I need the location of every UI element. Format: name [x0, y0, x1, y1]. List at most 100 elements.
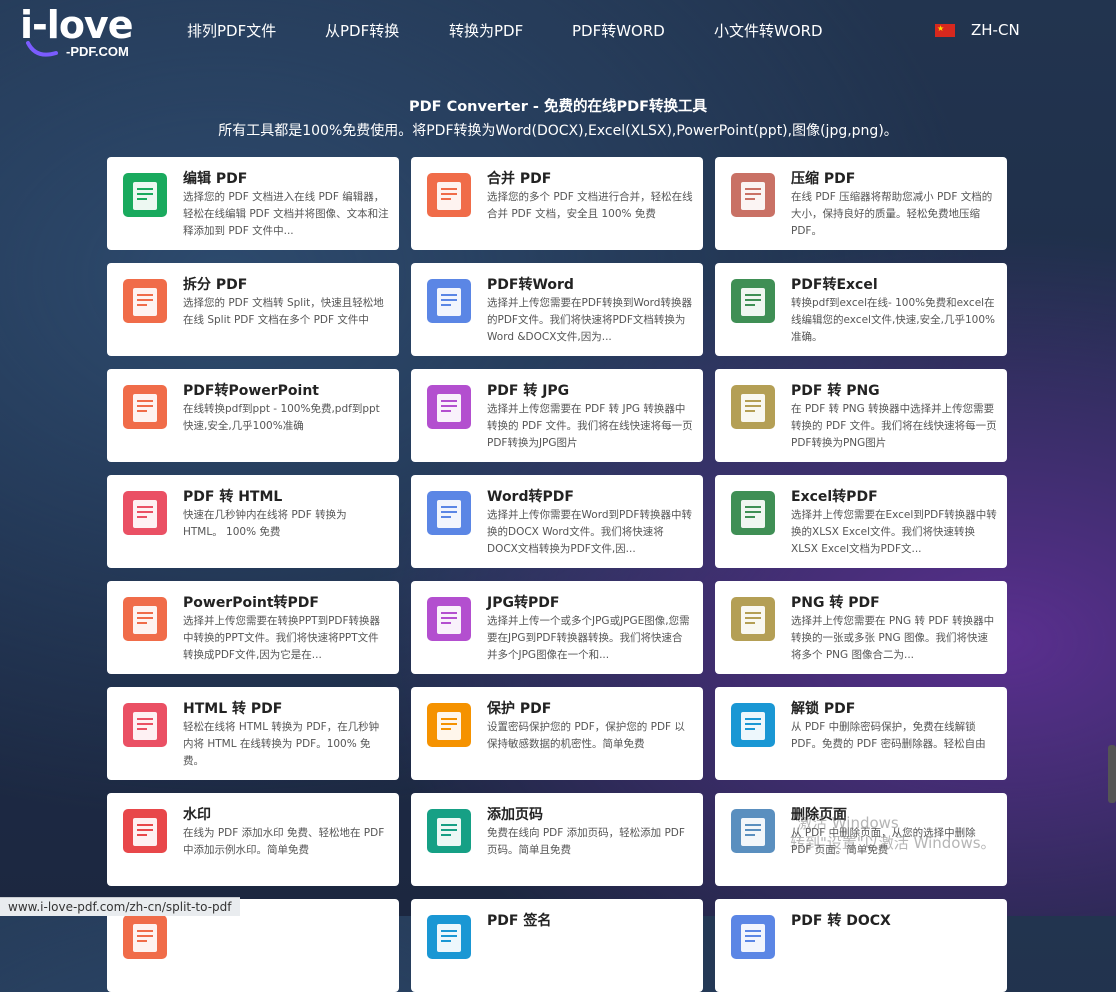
pdf-to-docx-icon	[731, 915, 775, 959]
tool-card-description: 轻松在线将 HTML 转换为 PDF，在几秒钟内将 HTML 在线转换为 PDF…	[183, 721, 380, 767]
tool-card-title: PDF 转 JPG	[487, 383, 570, 399]
pdf-to-powerpoint-icon	[123, 385, 167, 429]
excel-to-pdf-icon	[731, 491, 775, 535]
partial-tool-icon	[123, 915, 167, 959]
china-flag-icon: ★	[935, 24, 955, 37]
tool-card-title: 保护 PDF	[487, 701, 552, 717]
tool-card[interactable]: PDF转PowerPoint 在线转换pdf到ppt - 100%免费,pdf到p…	[107, 369, 399, 462]
site-logo[interactable]: i-love -PDF.COM	[20, 3, 148, 61]
tool-card[interactable]: PDF转Excel 转换pdf到excel在线- 100%免费和excel在线编辑…	[715, 263, 1007, 356]
tool-card[interactable]: 水印在线为 PDF 添加水印 免费、轻松地在 PDF 中添加示例水印。简单免费	[107, 793, 399, 886]
compress-pdf-icon	[731, 173, 775, 217]
powerpoint-to-pdf-icon	[123, 597, 167, 641]
tool-card-description: 选择您的 PDF 文档进入在线 PDF 编辑器，轻松在线编辑 PDF 文档并将图…	[183, 191, 389, 237]
tool-card[interactable]: 添加页码免费在线向 PDF 添加页码，轻松添加 PDF 页码。简单且免费	[411, 793, 703, 886]
tool-card[interactable]: Excel转PDF 选择并上传您需要在Excel到PDF转换器中转换的XLSX E…	[715, 475, 1007, 568]
tool-card-title: PDF转Excel	[791, 277, 878, 293]
tool-card-description: 快速在几秒钟内在线将 PDF 转换为 HTML。 100% 免费	[183, 509, 347, 538]
page-subtitle: 所有工具都是100%免费使用。将PDF转换为Word(DOCX),Excel(X…	[218, 123, 898, 139]
tool-card-description: 选择并上传您需要在 PNG 转 PDF 转换器中转换的一张或多张 PNG 图像。…	[791, 615, 995, 661]
tool-card-description: 选择您的 PDF 文档转 Split，快速且轻松地在线 Split PDF 文档…	[183, 297, 384, 326]
tool-card-title: 水印	[183, 807, 211, 823]
split-pdf-icon	[123, 279, 167, 323]
tool-card[interactable]: PowerPoint转PDF 选择并上传您需要在转换PPT到PDF转换器中转换的P…	[107, 581, 399, 674]
side-scroll-handle[interactable]	[1108, 745, 1116, 803]
tool-card-title: 合并 PDF	[487, 171, 552, 187]
nav-item-small-file-to-word[interactable]: 小文件转WORD	[714, 20, 823, 42]
jpg-to-pdf-icon	[427, 597, 471, 641]
nav-item-to-pdf[interactable]: 转换为PDF	[449, 20, 523, 42]
tool-card-title: Excel转PDF	[791, 489, 878, 505]
top-header: i-love -PDF.COM 排列PDF文件 从PDF转换 转换为PDF PD…	[0, 0, 1116, 62]
tool-card-title: 添加页码	[487, 807, 543, 823]
tool-card-description: 从 PDF 中删除密码保护，免费在线解锁 PDF。免费的 PDF 密码删除器。轻…	[791, 721, 986, 750]
tool-card-description: 选择并上传您需要在Excel到PDF转换器中转换的XLSX Excel文件。我们…	[791, 509, 997, 555]
tool-card[interactable]: JPG转PDF 选择并上传一个或多个JPG或JPGE图像,您需要在JPG到PDF转…	[411, 581, 703, 674]
tool-card-title: PDF 转 DOCX	[791, 913, 891, 929]
tool-card-title: PowerPoint转PDF	[183, 595, 319, 611]
delete-pages-icon	[731, 809, 775, 853]
png-to-pdf-icon	[731, 597, 775, 641]
tool-card[interactable]: PDF 签名	[411, 899, 703, 992]
tool-card-description: 在 PDF 转 PNG 转换器中选择并上传您需要转换的 PDF 文件。我们将在线…	[791, 403, 997, 449]
tool-card-title: PDF 转 PNG	[791, 383, 880, 399]
language-label: ZH-CN	[971, 21, 1020, 39]
tool-card[interactable]: HTML 转 PDF 轻松在线将 HTML 转换为 PDF，在几秒钟内将 HTML…	[107, 687, 399, 780]
tool-card-title: PDF转Word	[487, 277, 574, 293]
tool-card-title: Word转PDF	[487, 489, 574, 505]
page-title: PDF Converter - 免费的在线PDF转换工具	[408, 99, 708, 115]
tool-card-title: 解锁 PDF	[791, 701, 856, 717]
sign-pdf-icon	[427, 915, 471, 959]
pdf-to-excel-icon	[731, 279, 775, 323]
tool-card-description: 转换pdf到excel在线- 100%免费和excel在线编辑您的excel文件…	[791, 297, 995, 343]
tool-card-title: PDF 转 HTML	[183, 489, 283, 505]
tool-card[interactable]: 拆分 PDF 选择您的 PDF 文档转 Split，快速且轻松地在线 Split …	[107, 263, 399, 356]
nav-item-pdf-to-word[interactable]: PDF转WORD	[572, 20, 665, 42]
watermark-icon	[123, 809, 167, 853]
tool-card[interactable]: PDF 转 HTML 快速在几秒钟内在线将 PDF 转换为 HTML。 100% …	[107, 475, 399, 568]
tool-card-title: JPG转PDF	[487, 595, 560, 611]
tool-card-description: 选择并上传您需要在 PDF 转 JPG 转换器中转换的 PDF 文件。我们将在线…	[487, 403, 693, 449]
tool-card-title: 拆分 PDF	[183, 277, 248, 293]
tool-card[interactable]: 编辑 PDF 选择您的 PDF 文档进入在线 PDF 编辑器，轻松在线编辑 PDF…	[107, 157, 399, 250]
pdf-to-word-icon	[427, 279, 471, 323]
unlock-pdf-icon	[731, 703, 775, 747]
tool-card[interactable]: PNG 转 PDF 选择并上传您需要在 PNG 转 PDF 转换器中转换的一张或多…	[715, 581, 1007, 674]
windows-activation-watermark: 激活 Windows 转到"设置"以激活 Windows。	[790, 813, 996, 853]
tool-card-description: 选择您的多个 PDF 文档进行合并，轻松在线合并 PDF 文档，安全且 100%…	[487, 191, 693, 220]
tool-card-description: 设置密码保护您的 PDF，保护您的 PDF 以保持敏感数据的机密性。简单免费	[487, 721, 685, 750]
tool-card[interactable]: 压缩 PDF 在线 PDF 压缩器将帮助您减小 PDF 文档的大小，保持良好的质量…	[715, 157, 1007, 250]
tool-card-description: 在线 PDF 压缩器将帮助您减小 PDF 文档的大小，保持良好的质量。轻松免费地…	[791, 191, 993, 237]
tool-card[interactable]: 解锁 PDF 从 PDF 中删除密码保护，免费在线解锁 PDF。免费的 PDF 密…	[715, 687, 1007, 780]
tool-card[interactable]: PDF 转 PNG 在 PDF 转 PNG 转换器中选择并上传您需要转换的 PDF…	[715, 369, 1007, 462]
tool-card-title: PNG 转 PDF	[791, 595, 880, 611]
tool-card[interactable]: PDF转Word 选择并上传您需要在PDF转换到Word转换器的PDF文件。我们将…	[411, 263, 703, 356]
tool-card-title: HTML 转 PDF	[183, 701, 283, 717]
tool-card-description: 免费在线向 PDF 添加页码，轻松添加 PDF 页码。简单且免费	[487, 827, 685, 856]
html-to-pdf-icon	[123, 703, 167, 747]
pdf-to-jpg-icon	[427, 385, 471, 429]
tool-card-description: 选择并上传您需要在转换PPT到PDF转换器中转换的PPT文件。我们将快速将PPT…	[183, 615, 381, 661]
tool-card-title: PDF 签名	[487, 913, 552, 929]
tool-card-description: 选择并上传您需要在PDF转换到Word转换器的PDF文件。我们将快速将PDF文档…	[487, 297, 692, 343]
merge-pdf-icon	[427, 173, 471, 217]
logo-subtext: -PDF.COM	[66, 44, 129, 59]
watermark-line-2: 转到"设置"以激活 Windows。	[790, 834, 996, 852]
logo-text: i-love	[20, 3, 133, 47]
hero-heading: PDF Converter - 免费的在线PDF转换工具 所有工具都是100%免…	[0, 98, 1116, 140]
nav-item-arrange-pdf[interactable]: 排列PDF文件	[187, 20, 276, 42]
tool-card-description: 在线为 PDF 添加水印 免费、轻松地在 PDF 中添加示例水印。简单免费	[183, 827, 385, 856]
tool-card[interactable]: 保护 PDF 设置密码保护您的 PDF，保护您的 PDF 以保持敏感数据的机密性。…	[411, 687, 703, 780]
tool-card[interactable]: 合并 PDF 选择您的多个 PDF 文档进行合并，轻松在线合并 PDF 文档，安全…	[411, 157, 703, 250]
watermark-line-1: 激活 Windows	[797, 814, 899, 832]
tool-card[interactable]: PDF 转 DOCX	[715, 899, 1007, 992]
tool-card-title: PDF转PowerPoint	[183, 383, 319, 399]
nav-item-from-pdf[interactable]: 从PDF转换	[325, 20, 399, 42]
pdf-to-png-icon	[731, 385, 775, 429]
tool-card-title: 编辑 PDF	[183, 171, 248, 187]
tool-card-title: 压缩 PDF	[791, 171, 856, 187]
tool-card-description: 在线转换pdf到ppt - 100%免费,pdf到ppt快速,安全,几乎100%…	[183, 403, 380, 432]
status-bar-url: www.i-love-pdf.com/zh-cn/split-to-pdf	[0, 897, 240, 916]
tool-card[interactable]: PDF 转 JPG 选择并上传您需要在 PDF 转 JPG 转换器中转换的 PDF…	[411, 369, 703, 462]
tool-card[interactable]: Word转PDF 选择并上传你需要在Word到PDF转换器中转换的DOCX Wor…	[411, 475, 703, 568]
